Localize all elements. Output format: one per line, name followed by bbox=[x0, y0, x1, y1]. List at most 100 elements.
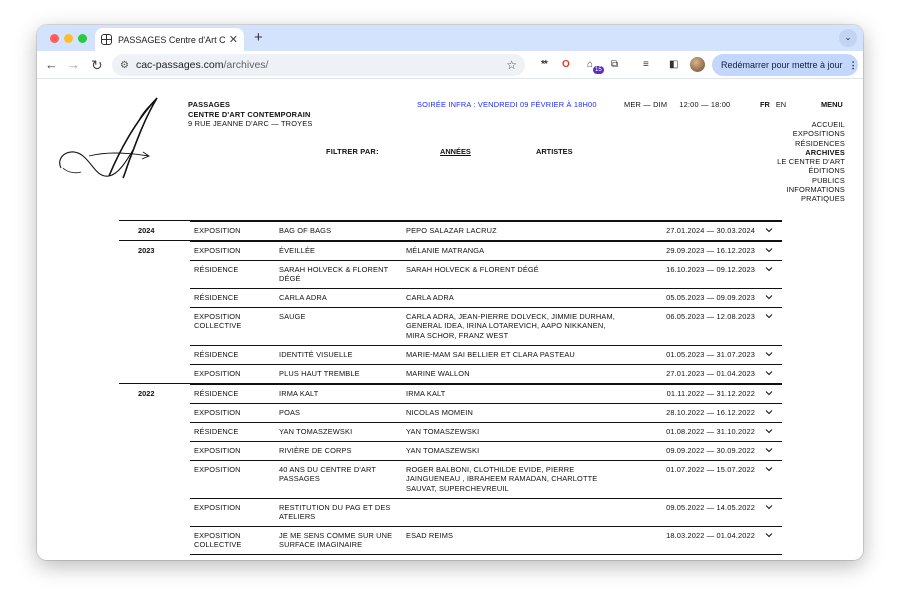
entry-type: EXPOSITION COLLECTIVE bbox=[194, 312, 242, 331]
entry-title: 40 ANS DU CENTRE D'ART PASSAGES bbox=[279, 465, 376, 484]
reading-list-icon[interactable]: ≡ bbox=[643, 58, 649, 72]
chevron-down-icon[interactable] bbox=[765, 369, 773, 377]
entry-title: RIVIÈRE DE CORPS bbox=[279, 446, 352, 455]
chevron-down-icon[interactable] bbox=[765, 350, 773, 358]
chevron-down-icon[interactable] bbox=[765, 465, 773, 473]
chevron-down-icon[interactable] bbox=[765, 246, 773, 254]
address-bar[interactable]: ⚙ cac-passages.com/archives/ ☆ bbox=[112, 54, 525, 76]
passages-script-logo[interactable] bbox=[53, 94, 161, 180]
archive-entry[interactable]: EXPOSITION COLLECTIVE SAUGE CARLA ADRA, JE… bbox=[190, 307, 782, 345]
chevron-down-icon[interactable] bbox=[765, 293, 773, 301]
entry-title: POAS bbox=[279, 408, 301, 417]
archive-entry[interactable]: EXPOSITION PLUS HAUT TREMBLE MARINE WALLON… bbox=[190, 364, 782, 383]
chevron-down-icon[interactable] bbox=[765, 446, 773, 454]
chevron-down-icon[interactable] bbox=[765, 226, 773, 234]
chevron-down-icon[interactable] bbox=[765, 408, 773, 416]
entry-title: YAN TOMASZEWSKI bbox=[279, 427, 353, 436]
zoom-window-button[interactable] bbox=[78, 34, 87, 43]
archive-entry[interactable]: EXPOSITION BAG OF BAGS PEPO SALAZAR LACRUZ… bbox=[190, 221, 782, 240]
entry-type: EXPOSITION bbox=[194, 465, 241, 474]
filter-years-link[interactable]: ANNÉES bbox=[440, 147, 471, 156]
entry-artists: YAN TOMASZEWSKI bbox=[406, 427, 480, 436]
nav-item[interactable]: LE CENTRE D'ART bbox=[777, 157, 845, 166]
entry-type: EXPOSITION bbox=[194, 246, 241, 255]
chevron-down-icon[interactable] bbox=[765, 427, 773, 435]
archive-entry[interactable]: EXPOSITION POAS NICOLAS MOMEIN 28.10.2022 —… bbox=[190, 403, 782, 422]
extensions-puzzle-icon[interactable]: ⧉ bbox=[611, 58, 618, 72]
site-identity[interactable]: PASSAGES CENTRE D'ART CONTEMPORAIN 9 RUE… bbox=[188, 100, 313, 129]
year-label: 2023 bbox=[138, 246, 155, 255]
close-tab-icon[interactable]: ✕ bbox=[229, 33, 238, 46]
chevron-down-icon[interactable] bbox=[765, 559, 773, 560]
chevron-down-icon[interactable] bbox=[765, 503, 773, 511]
archive-entry[interactable]: RÉSIDENCE IDENTITÉ VISUELLE MARIE-MAM SAI … bbox=[190, 345, 782, 364]
nav-item[interactable]: EXPOSITIONS bbox=[777, 129, 845, 138]
profile-avatar[interactable] bbox=[690, 57, 705, 72]
tab-title: PASSAGES Centre d'Art Contemporain bbox=[118, 34, 225, 45]
archive-entry[interactable]: EXPOSITION RESTITUTION DU PAG ET DES ATEL… bbox=[190, 498, 782, 526]
nav-item[interactable]: PUBLICS bbox=[777, 176, 845, 185]
extension-asterisk-icon[interactable]: ** bbox=[541, 58, 548, 72]
archive-entry[interactable]: RÉSIDENCE CARLA ADRA CARLA ADRA 05.05.2023 … bbox=[190, 288, 782, 307]
entry-type: EXPOSITION bbox=[194, 503, 241, 512]
nav-item[interactable]: PRATIQUES bbox=[777, 194, 845, 203]
side-panel-icon[interactable]: ◧ bbox=[669, 58, 678, 72]
entry-dates: 09.09.2022 — 30.09.2022 bbox=[666, 446, 755, 455]
entry-title: JE ME SENS COMME SUR UNE SURFACE IMAGINA… bbox=[279, 531, 393, 550]
entry-dates: 16.10.2023 — 09.12.2023 bbox=[666, 265, 755, 274]
archive-entry[interactable]: EXPOSITION ÉVEILLÉE MÉLANIE MATRANGA 29.09.… bbox=[190, 241, 782, 260]
entry-dates: 01.07.2022 — 15.07.2022 bbox=[666, 465, 755, 474]
archive-list: 2024 EXPOSITION BAG OF BAGS PEPO SALAZAR LA… bbox=[119, 220, 782, 560]
new-tab-icon[interactable]: + bbox=[254, 29, 263, 46]
chevron-down-icon[interactable] bbox=[765, 312, 773, 320]
entry-dates: 09.05.2022 — 14.05.2022 bbox=[666, 503, 755, 512]
browser-tab[interactable]: PASSAGES Centre d'Art Contemporain ✕ bbox=[95, 28, 244, 51]
archive-entry[interactable]: RÉSIDENCE YAN TOMASZEWSKI YAN TOMASZEWSKI 0… bbox=[190, 422, 782, 441]
archive-entry[interactable]: EXPOSITION IRMA KALT ET CHARLES KALT IRMA … bbox=[190, 554, 782, 560]
nav-item[interactable]: ARCHIVES bbox=[777, 148, 845, 157]
filter-label: FILTRER PAR: bbox=[326, 147, 379, 156]
archive-entry[interactable]: EXPOSITION RIVIÈRE DE CORPS YAN TOMASZEWSK… bbox=[190, 441, 782, 460]
chevron-down-icon[interactable] bbox=[765, 265, 773, 273]
chevron-down-icon[interactable] bbox=[765, 531, 773, 539]
nav-item[interactable]: ÉDITIONS bbox=[777, 166, 845, 175]
forward-arrow-icon[interactable]: → bbox=[67, 56, 80, 74]
event-announcement-link[interactable]: SOIRÉE INFRA : VENDREDI 09 FÉVRIER À 18H… bbox=[417, 100, 597, 109]
entry-type: RÉSIDENCE bbox=[194, 427, 239, 436]
entry-artists: IRMA KALT ET CHARLES KALT bbox=[406, 559, 622, 560]
year-group: 2024 EXPOSITION BAG OF BAGS PEPO SALAZAR LA… bbox=[119, 220, 782, 240]
site-name: PASSAGES bbox=[188, 100, 231, 109]
nav-item[interactable]: INFORMATIONS bbox=[777, 185, 845, 194]
lang-fr-link[interactable]: FR bbox=[760, 100, 770, 109]
site-settings-icon[interactable]: ⚙ bbox=[120, 60, 129, 71]
entry-artists: YAN TOMASZEWSKI bbox=[406, 446, 480, 455]
lang-en-link[interactable]: EN bbox=[776, 100, 786, 109]
minimize-window-button[interactable] bbox=[64, 34, 73, 43]
reload-icon[interactable]: ↻ bbox=[91, 56, 103, 74]
entry-type: EXPOSITION bbox=[194, 226, 241, 235]
site-subtitle: CENTRE D'ART CONTEMPORAIN bbox=[188, 109, 311, 119]
bookmark-star-icon[interactable]: ☆ bbox=[506, 58, 517, 72]
close-window-button[interactable] bbox=[50, 34, 59, 43]
archive-entry[interactable]: EXPOSITION 40 ANS DU CENTRE D'ART PASSAGE… bbox=[190, 460, 782, 498]
archive-entry[interactable]: EXPOSITION COLLECTIVE JE ME SENS COMME SU… bbox=[190, 526, 782, 554]
filter-artists-link[interactable]: ARTISTES bbox=[536, 147, 573, 156]
archive-entry[interactable]: RÉSIDENCE IRMA KALT IRMA KALT 01.11.2022 — … bbox=[190, 384, 782, 403]
tab-search-chevron-icon[interactable]: ⌄ bbox=[839, 29, 857, 47]
entry-artists: CARLA ADRA bbox=[406, 293, 454, 302]
entry-title: ÉVEILLÉE bbox=[279, 246, 316, 255]
chevron-down-icon[interactable] bbox=[765, 389, 773, 397]
entry-artists: PEPO SALAZAR LACRUZ bbox=[406, 226, 497, 235]
nav-item[interactable]: RÉSIDENCES bbox=[777, 139, 845, 148]
nav-item[interactable]: ACCUEIL bbox=[777, 120, 845, 129]
url-text[interactable]: cac-passages.com/archives/ bbox=[136, 59, 506, 71]
extension-opera-icon[interactable]: O bbox=[562, 58, 570, 72]
tab-strip: PASSAGES Centre d'Art Contemporain ✕ + ⌄ bbox=[37, 25, 863, 51]
archive-entry[interactable]: RÉSIDENCE SARAH HOLVECK & FLORENT DÉGÉ SAR… bbox=[190, 260, 782, 288]
menu-toggle[interactable]: MENU bbox=[821, 100, 843, 109]
web-page: PASSAGES CENTRE D'ART CONTEMPORAIN 9 RUE… bbox=[37, 80, 863, 560]
entry-dates: 27.01.2023 — 01.04.2023 bbox=[666, 369, 755, 378]
restart-update-button[interactable]: Redémarrer pour mettre à jour ⋮ bbox=[712, 54, 858, 76]
back-arrow-icon[interactable]: ← bbox=[45, 56, 58, 74]
entry-title: IDENTITÉ VISUELLE bbox=[279, 350, 353, 359]
